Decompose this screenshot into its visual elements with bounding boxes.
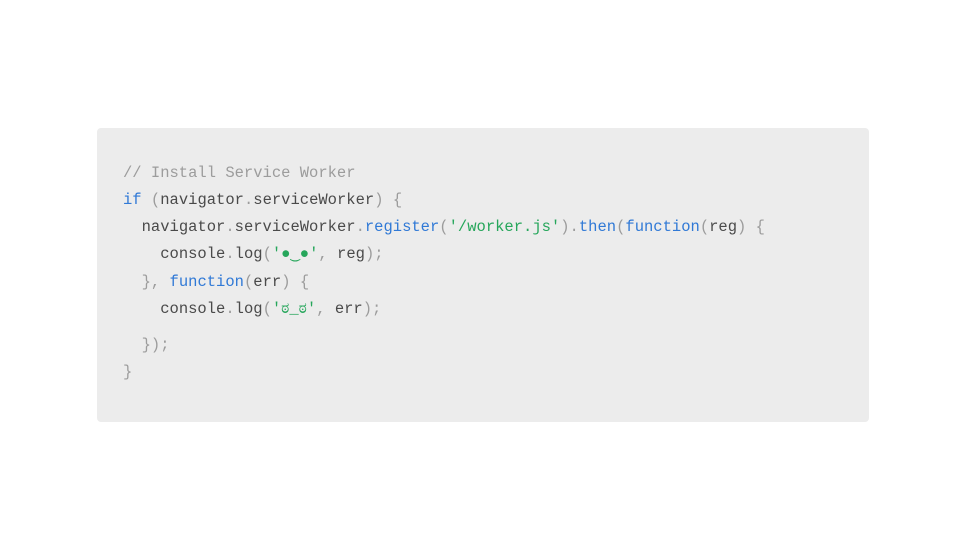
code-line-3: navigator.serviceWorker.register('/worke… <box>123 218 765 236</box>
identifier-console: console <box>160 300 225 318</box>
method-then: then <box>579 218 616 236</box>
code-line-8: } <box>123 363 132 381</box>
param-reg: reg <box>709 218 737 236</box>
code-line-5: }, function(err) { <box>123 273 309 291</box>
code-line-1: // Install Service Worker <box>123 164 356 182</box>
comment: // Install Service Worker <box>123 164 356 182</box>
blank-line <box>123 323 843 332</box>
code-line-4: console.log('●‿●', reg); <box>123 245 384 263</box>
code-line-7: }); <box>123 336 170 354</box>
param-err: err <box>253 273 281 291</box>
identifier-navigator: navigator <box>160 191 244 209</box>
string-happy-face: '●‿●' <box>272 245 319 263</box>
method-log: log <box>235 245 263 263</box>
code-line-6: console.log('ಠ_ಠ', err); <box>123 300 381 318</box>
identifier-serviceWorker: serviceWorker <box>253 191 374 209</box>
code-block: // Install Service Worker if (navigator.… <box>97 128 869 422</box>
identifier-navigator: navigator <box>142 218 226 236</box>
keyword-function: function <box>170 273 244 291</box>
keyword-function: function <box>625 218 699 236</box>
code-line-2: if (navigator.serviceWorker) { <box>123 191 402 209</box>
identifier-err: err <box>335 300 363 318</box>
string-disapproval-face: 'ಠ_ಠ' <box>272 300 316 318</box>
identifier-console: console <box>160 245 225 263</box>
method-register: register <box>365 218 439 236</box>
identifier-serviceWorker: serviceWorker <box>235 218 356 236</box>
string-worker-url: '/worker.js' <box>449 218 561 236</box>
identifier-reg: reg <box>337 245 365 263</box>
keyword-if: if <box>123 191 142 209</box>
method-log: log <box>235 300 263 318</box>
